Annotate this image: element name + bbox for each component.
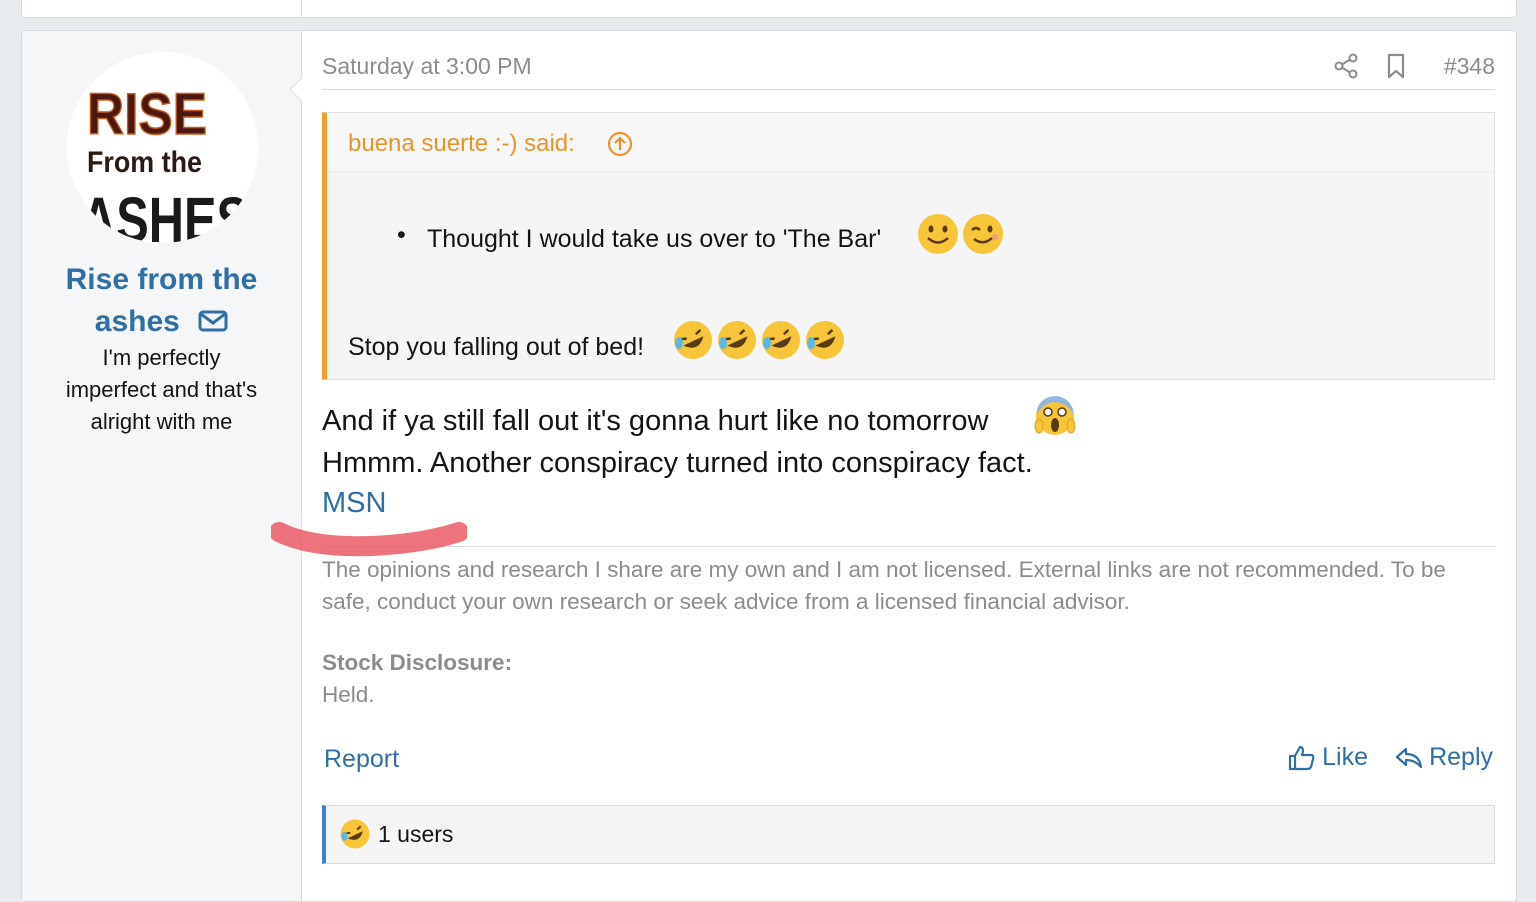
arrow-up-circle-icon[interactable]: [607, 131, 633, 157]
avatar-text-ashes: ASHES: [81, 184, 249, 243]
reply-arrow-icon: [1395, 747, 1423, 768]
user-title-line: alright with me: [90, 409, 233, 434]
signature: The opinions and research I share are my…: [322, 546, 1495, 618]
report-button[interactable]: Report: [324, 745, 399, 774]
quote-block: buena suerte :-) said: • Thought I would…: [322, 112, 1495, 380]
reaction-count[interactable]: 1 users: [378, 821, 453, 848]
avatar-image: RISE From the ASHES: [67, 52, 258, 243]
post-body-line: And if ya still fall out it's gonna hurt…: [322, 405, 989, 437]
rofl-emoji-icon: [718, 321, 756, 359]
username[interactable]: Rise from the ashes: [22, 259, 301, 343]
envelope-icon[interactable]: [198, 310, 228, 332]
red-highlight-mark: [271, 522, 467, 557]
quote-header: buena suerte :-) said:: [327, 113, 1494, 172]
previous-post-divider: [301, 0, 302, 17]
previous-post-bottom: [21, 0, 1517, 18]
avatar[interactable]: RISE From the ASHES: [67, 52, 258, 243]
bookmark-icon[interactable]: [1383, 53, 1409, 79]
scream-emoji-icon: [1034, 396, 1076, 435]
user-sidebar: RISE From the ASHES Rise from the ashes …: [22, 31, 302, 901]
bullet-dot: •: [397, 221, 406, 249]
rofl-emoji-icon: [806, 321, 844, 359]
thumbs-up-icon: [1289, 745, 1315, 770]
quote-line-text: Stop you falling out of bed!: [348, 333, 645, 361]
reply-label[interactable]: Reply: [1429, 743, 1493, 772]
reply-button[interactable]: Reply: [1395, 743, 1493, 772]
post-date[interactable]: Saturday at 3:00 PM: [322, 53, 532, 80]
like-button[interactable]: Like: [1288, 743, 1368, 772]
rofl-emoji-icon: [340, 819, 370, 849]
post-meta: Saturday at 3:00 PM #348: [322, 51, 1495, 90]
smile-emoji-icon: [918, 214, 958, 254]
quote-author[interactable]: buena suerte :-) said:: [348, 130, 575, 158]
rofl-emoji-icon: [762, 321, 800, 359]
like-label[interactable]: Like: [1322, 743, 1368, 772]
avatar-text-from: From the: [87, 146, 202, 179]
avatar-text-rise: RISE: [87, 82, 207, 147]
reactions-bar[interactable]: 1 users: [322, 805, 1495, 864]
user-title-line: I'm perfectly: [102, 345, 221, 370]
disclosure-label: Stock Disclosure:: [322, 650, 513, 675]
user-title: I'm perfectly imperfect and that's alrig…: [22, 342, 301, 438]
wink-emoji-icon: [963, 214, 1003, 254]
username-text[interactable]: Rise from the ashes: [66, 263, 258, 338]
post-body-line: Hmmm. Another conspiracy turned into con…: [322, 447, 1033, 479]
share-icon[interactable]: [1333, 53, 1359, 79]
post-number[interactable]: #348: [1444, 53, 1495, 80]
quote-bullet-text: Thought I would take us over to 'The Bar…: [427, 225, 882, 253]
disclosure-value: Held.: [322, 682, 375, 707]
user-title-line: imperfect and that's: [65, 377, 258, 402]
post-container: RISE From the ASHES Rise from the ashes …: [21, 30, 1517, 902]
rofl-emoji-icon: [674, 321, 712, 359]
